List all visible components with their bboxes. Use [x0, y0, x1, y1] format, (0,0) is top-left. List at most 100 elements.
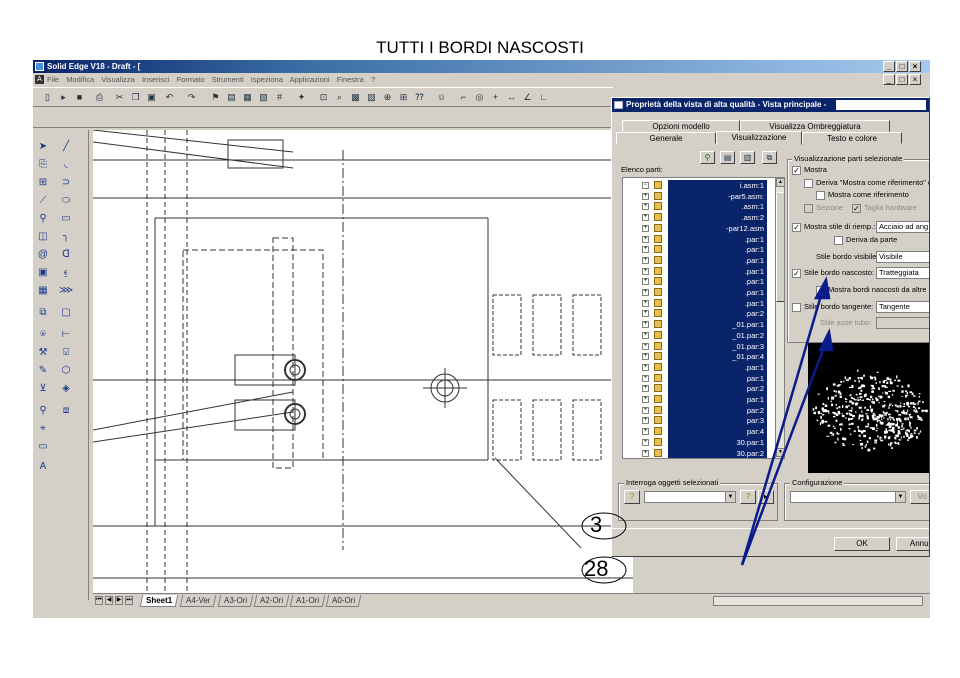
expand-icon[interactable]: +	[642, 385, 649, 393]
horizontal-scrollbar[interactable]	[713, 596, 923, 606]
weld-tool-icon[interactable]: ⚒	[36, 346, 50, 360]
corner-tool-icon[interactable]: ∟	[537, 91, 550, 104]
sheet-tab-a0-ori[interactable]: A0-Ori	[325, 595, 362, 607]
arc-draw-icon[interactable]: ◟	[59, 158, 73, 172]
minimize-button[interactable]: _	[883, 61, 895, 72]
expand-icon[interactable]: +	[642, 396, 649, 403]
grid-icon[interactable]: #	[273, 91, 286, 104]
hatch-tool-icon[interactable]: ⟋	[36, 194, 50, 208]
expand-icon[interactable]: +	[642, 449, 649, 457]
menu-finestra[interactable]: Finestra	[337, 75, 364, 84]
first-sheet-button[interactable]: ⏮	[95, 596, 103, 605]
print-icon[interactable]: ⎙	[93, 91, 106, 104]
symbol-tool-icon[interactable]: ⍟	[36, 328, 50, 342]
interroga-run-button[interactable]: ▸	[758, 490, 774, 504]
snap-icon[interactable]: ✦	[295, 91, 308, 104]
doc-minimize-button[interactable]: _	[883, 74, 895, 85]
stile-asse-tubo-select[interactable]	[876, 317, 929, 329]
paste-icon[interactable]: ▣	[145, 91, 158, 104]
tree-item[interactable]: + .asm:2	[623, 212, 771, 224]
mostra-stile-riemp-checkbox[interactable]: ✓	[792, 223, 801, 232]
expand-icon[interactable]: +	[642, 278, 649, 286]
tab-visualizzazione[interactable]: Visualizzazione	[716, 131, 802, 145]
tree-item[interactable]: + par:3	[623, 415, 771, 427]
layers-icon[interactable]: ▧	[257, 91, 270, 104]
layer-draw-icon[interactable]: ⧈	[59, 404, 73, 418]
cut-icon[interactable]: ✂	[113, 91, 126, 104]
flag-icon[interactable]: ⚑	[209, 91, 222, 104]
menu-ispeziona[interactable]: Ispeziona	[251, 75, 283, 84]
tree-item[interactable]: + par:1	[623, 394, 771, 405]
tree-item[interactable]: +30.par:1	[623, 436, 771, 448]
parts-filter-icon[interactable]: ▥	[740, 151, 755, 164]
tree-item[interactable]: + _01.par:3	[623, 340, 771, 352]
spring-tool-icon[interactable]: @	[36, 248, 50, 262]
text-tool-icon[interactable]: A	[36, 460, 50, 474]
tree-item[interactable]: + .par:1	[623, 265, 771, 277]
expand-icon[interactable]: +	[642, 342, 649, 350]
menu-applicazioni[interactable]: Applicazioni	[290, 75, 330, 84]
parts-tree[interactable]: +30.par:2 +30.par:1 + par:4 + par:3 + par:2 + par…	[622, 177, 785, 459]
expand-icon[interactable]: +	[642, 235, 649, 243]
stile-bordo-nascosto-select[interactable]: Tratteggiata	[876, 267, 929, 279]
deriva-da-parte-checkbox[interactable]	[834, 236, 843, 245]
rectangle-draw-icon[interactable]: ▭	[59, 212, 73, 226]
tree-item[interactable]: +30.par:2	[623, 447, 771, 458]
view-icon[interactable]: ▨	[365, 91, 378, 104]
expand-icon[interactable]: +	[642, 417, 649, 425]
sheet-icon[interactable]: ▤	[225, 91, 238, 104]
stile-bordo-nascosto-checkbox[interactable]: ✓	[792, 269, 801, 278]
sheet-tab-sheet1[interactable]: Sheet1	[139, 595, 179, 607]
tree-scroll-up[interactable]: ▲	[776, 178, 784, 187]
tree-item[interactable]: + _01.par:2	[623, 329, 771, 341]
expand-icon[interactable]: +	[642, 289, 649, 296]
tree-item[interactable]: + .par:1	[623, 287, 771, 298]
vo-button[interactable]: Vo	[910, 490, 929, 504]
curve-draw-icon[interactable]: ⊃	[59, 176, 73, 190]
parts-list-icon[interactable]: ▤	[720, 151, 735, 164]
menu-inserisci[interactable]: Inserisci	[142, 75, 170, 84]
zoom-area-icon[interactable]: ⊡	[317, 91, 330, 104]
expand-icon[interactable]: +	[642, 374, 649, 382]
redo-icon[interactable]: ↷	[185, 91, 198, 104]
collapse-icon[interactable]: −	[642, 182, 649, 189]
smiley-icon[interactable]: ☺	[435, 91, 448, 104]
tree-item[interactable]: + .par:1	[623, 297, 771, 309]
point-tool-icon[interactable]: +	[489, 91, 502, 104]
interroga-select[interactable]: ▼	[644, 491, 736, 503]
mostra-bordi-nascosti-checkbox[interactable]: ✓	[816, 286, 825, 295]
sheet-tab-a1-ori[interactable]: A1-Ori	[289, 595, 326, 607]
stile-bordo-tangente-select[interactable]: Tangente	[876, 301, 929, 313]
ruler-tool-icon[interactable]: ▭	[36, 440, 50, 454]
configurazione-select[interactable]: ▼	[790, 491, 906, 503]
tree-scroll-down[interactable]: ▼	[776, 448, 784, 457]
next-sheet-button[interactable]: ▶	[115, 596, 123, 605]
undo-icon[interactable]: ↶	[163, 91, 176, 104]
tab-generale[interactable]: Generale	[616, 132, 716, 144]
expand-icon[interactable]: +	[642, 353, 649, 361]
tree-item[interactable]: + -par5.asm:	[623, 190, 771, 202]
region-draw-icon[interactable]: ⬡	[59, 364, 73, 378]
sheet-tab-a4-ver[interactable]: A4-Ver	[179, 595, 217, 607]
expand-icon[interactable]: +	[642, 246, 649, 254]
circle-tool-icon[interactable]: ◎	[473, 91, 486, 104]
last-sheet-button[interactable]: ⏭	[125, 596, 133, 605]
expand-icon[interactable]: +	[642, 310, 649, 318]
parts-toggle-icon[interactable]: ⧉	[762, 151, 777, 164]
table-tool-icon[interactable]: ⊞	[36, 176, 50, 190]
expand-icon[interactable]: +	[642, 299, 649, 307]
stile-bordo-visibile-select[interactable]: Visibile	[876, 251, 929, 263]
tree-item[interactable]: + .asm:1	[623, 201, 771, 213]
stile-bordo-tangente-checkbox[interactable]	[792, 303, 801, 312]
pan-icon[interactable]: ⊞	[397, 91, 410, 104]
tree-item[interactable]: + _01.par:1	[623, 319, 771, 331]
prev-sheet-button[interactable]: ◀	[105, 596, 113, 605]
deriva-riferimento-checkbox[interactable]	[804, 179, 813, 188]
edit-tool-icon[interactable]: ⎘	[36, 158, 50, 172]
expand-icon[interactable]: +	[642, 428, 649, 436]
doc-close-button[interactable]: ×	[909, 74, 921, 85]
interroga-help-button[interactable]: ?	[624, 490, 640, 504]
menu-modifica[interactable]: Modifica	[66, 75, 94, 84]
ellipse-draw-icon[interactable]: ⬭	[59, 194, 73, 208]
expand-icon[interactable]: +	[642, 256, 649, 264]
